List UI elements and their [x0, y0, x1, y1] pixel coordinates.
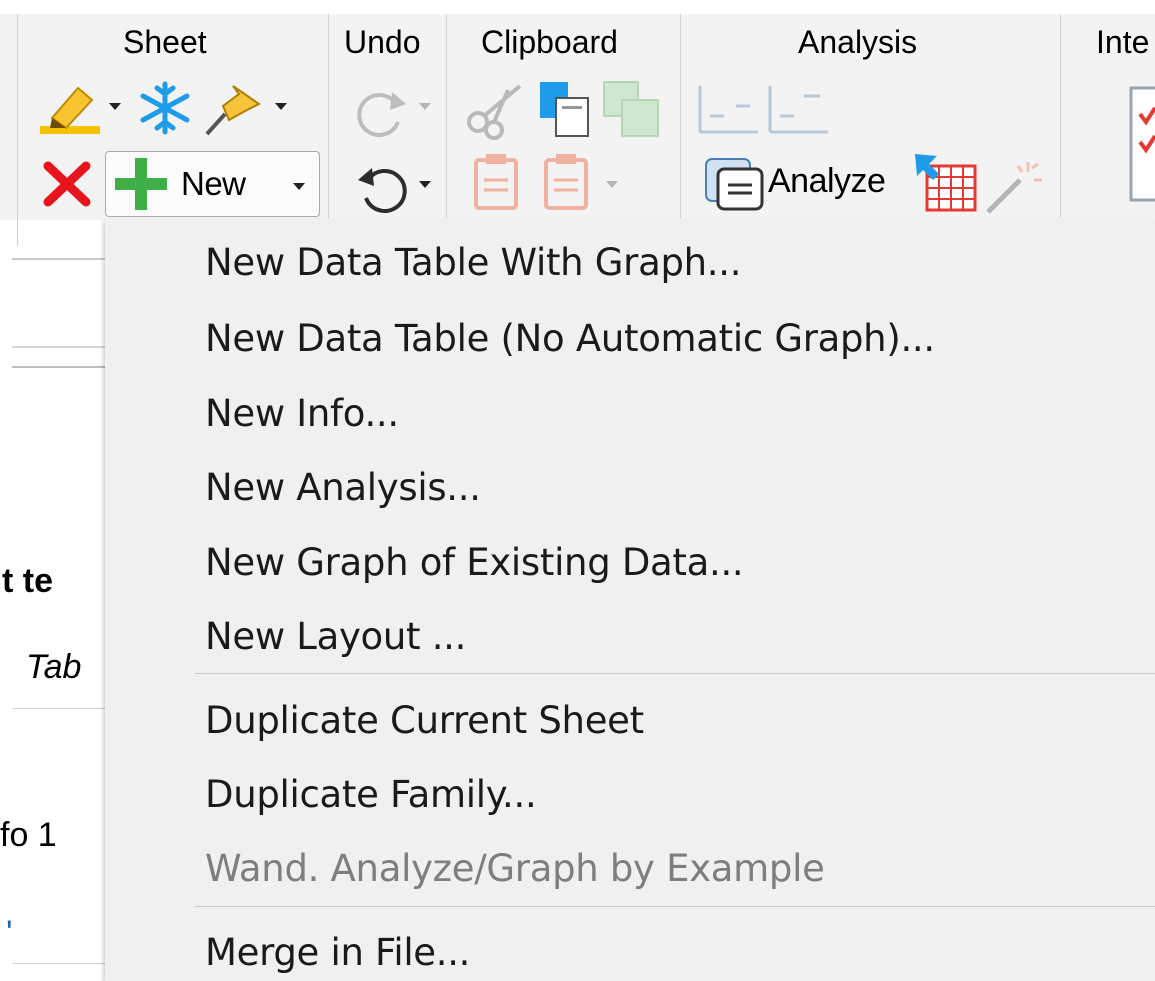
undo-dropdown-icon[interactable]	[419, 181, 431, 188]
menu-item-merge-in-file[interactable]: Merge in File...	[205, 931, 470, 974]
new-dropdown-icon	[293, 183, 305, 190]
menu-item-new-data-table-no-graph[interactable]: New Data Table (No Automatic Graph)...	[205, 317, 935, 360]
paste-link-icon	[544, 154, 588, 210]
group-title-analysis: Analysis	[798, 24, 918, 60]
group-title-sheet: Sheet	[123, 24, 207, 60]
group-divider	[1060, 14, 1061, 218]
menu-item-wand-analyze-graph: Wand. Analyze/Graph by Example	[205, 847, 825, 890]
highlighter-dropdown-icon[interactable]	[109, 103, 121, 110]
info-label-fragment[interactable]: fo 1	[0, 816, 57, 855]
menu-item-duplicate-family[interactable]: Duplicate Family...	[205, 773, 537, 816]
separator-line	[12, 346, 107, 348]
plus-icon	[115, 158, 167, 210]
redo-icon	[357, 92, 406, 137]
group-title-undo: Undo	[344, 24, 421, 60]
paste-special-icon	[603, 81, 659, 137]
menu-item-new-graph-existing-data[interactable]: New Graph of Existing Data...	[205, 541, 744, 584]
group-title-clipboard: Clipboard	[481, 24, 618, 60]
menu-item-new-analysis[interactable]: New Analysis...	[205, 466, 481, 509]
menu-item-duplicate-current-sheet[interactable]: Duplicate Current Sheet	[205, 699, 644, 742]
checklist-icon[interactable]	[1128, 86, 1155, 204]
group-divider	[680, 14, 681, 218]
pushpin-dropdown-icon[interactable]	[275, 103, 287, 110]
undo-icon[interactable]	[352, 158, 412, 216]
copy-icon[interactable]	[536, 78, 594, 140]
group-divider	[446, 14, 447, 218]
menu-item-new-data-table-with-graph[interactable]: New Data Table With Graph...	[205, 241, 741, 284]
new-button-label: New	[181, 165, 246, 202]
ribbon-divider	[17, 14, 18, 246]
menu-separator	[195, 673, 1155, 674]
delete-icon[interactable]	[42, 160, 94, 208]
separator-line	[12, 708, 107, 709]
table-icon[interactable]	[913, 152, 979, 214]
menu-item-new-layout[interactable]: New Layout ...	[205, 615, 466, 658]
ribbon-title-strip	[0, 0, 1155, 14]
analysis-table-icons	[698, 86, 828, 134]
highlighter-icon[interactable]	[38, 78, 102, 136]
paste-icon	[474, 154, 518, 210]
analyze-icon[interactable]	[704, 157, 766, 213]
magic-wand-icon	[986, 162, 1042, 214]
sheet-heading-fragment: t te	[2, 562, 53, 600]
separator-line	[12, 366, 107, 368]
ribbon-toolbar: Sheet Undo Clipboard Analysis Inte New A…	[0, 0, 1155, 246]
new-dropdown-menu: New Data Table With Graph... New Data Ta…	[105, 219, 1155, 981]
new-button[interactable]: New	[105, 151, 320, 217]
pushpin-icon[interactable]	[203, 80, 265, 138]
group-divider	[328, 14, 329, 218]
tab-strip-line	[12, 258, 107, 260]
cut-icon	[467, 84, 522, 140]
table-label-fragment: Tab	[26, 648, 82, 686]
redo-dropdown-icon	[419, 103, 431, 110]
analyze-button-label[interactable]: Analyze	[768, 162, 886, 201]
paste-dropdown-icon	[606, 181, 618, 188]
group-title-interpret: Inte	[1096, 24, 1150, 60]
link-fragment[interactable]: '	[6, 914, 13, 953]
menu-item-new-info[interactable]: New Info...	[205, 392, 399, 435]
snowflake-icon[interactable]	[135, 80, 195, 136]
menu-separator	[195, 906, 1155, 907]
separator-line	[12, 963, 107, 964]
